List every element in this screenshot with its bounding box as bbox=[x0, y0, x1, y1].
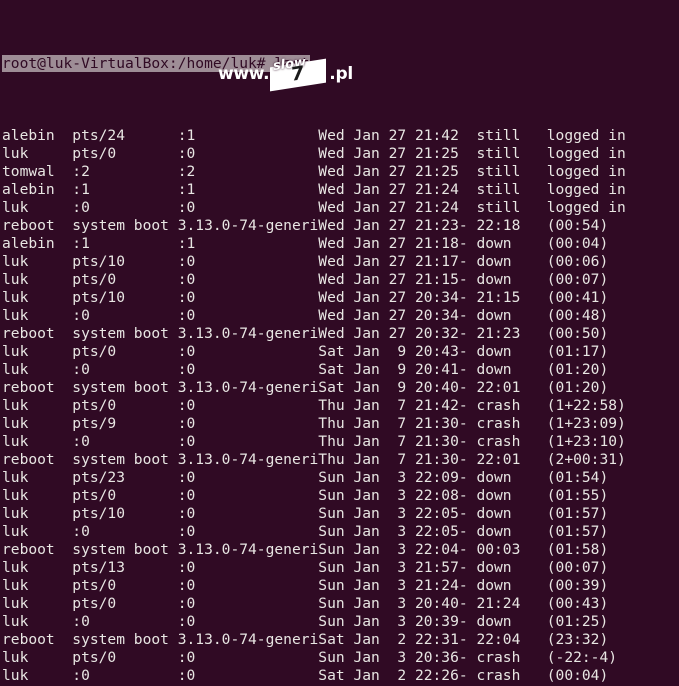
terminal-screen: root@luk-VirtualBox:/home/luk# last aleb… bbox=[2, 1, 626, 686]
last-entry-row: luk :0 :0 Thu Jan 7 21:30- crash (1+23:1… bbox=[2, 433, 626, 450]
last-entry-row: luk :0 :0 Sat Jan 2 22:26- crash (00:04) bbox=[2, 667, 609, 684]
last-entry-row: luk pts/10 :0 Wed Jan 27 20:34- 21:15 (0… bbox=[2, 289, 609, 306]
last-entry-row: luk pts/0 :0 Thu Jan 7 21:42- crash (1+2… bbox=[2, 397, 626, 414]
last-entry-row: luk pts/10 :0 Wed Jan 27 21:17- down (00… bbox=[2, 253, 609, 270]
last-entry-row: luk pts/0 :0 Sun Jan 3 22:08- down (01:5… bbox=[2, 487, 609, 504]
last-entry-row: luk pts/9 :0 Thu Jan 7 21:30- crash (1+2… bbox=[2, 415, 626, 432]
last-entry-row: luk pts/0 :0 Sun Jan 3 21:24- down (00:3… bbox=[2, 577, 609, 594]
last-entry-row: reboot system boot 3.13.0-74-generiSat J… bbox=[2, 379, 609, 396]
last-entry-row: luk pts/10 :0 Sun Jan 3 22:05- down (01:… bbox=[2, 505, 609, 522]
last-entry-row: luk :0 :0 Wed Jan 27 20:34- down (00:48) bbox=[2, 307, 609, 324]
last-entry-row: alebin :1 :1 Wed Jan 27 21:18- down (00:… bbox=[2, 235, 609, 252]
last-entry-row: reboot system boot 3.13.0-74-generiWed J… bbox=[2, 325, 609, 342]
last-entry-row: luk pts/0 :0 Sat Jan 9 20:43- down (01:1… bbox=[2, 343, 609, 360]
last-entry-row: luk :0 :0 Sun Jan 3 20:39- down (01:25) bbox=[2, 613, 609, 630]
command-prompt-line: root@luk-VirtualBox:/home/luk# last bbox=[2, 55, 626, 73]
last-entry-row: alebin pts/24 :1 Wed Jan 27 21:42 still … bbox=[2, 127, 626, 144]
last-entry-row: luk pts/0 :0 Sun Jan 3 20:40- 21:24 (00:… bbox=[2, 595, 609, 612]
last-output-rows: alebin pts/24 :1 Wed Jan 27 21:42 still … bbox=[2, 127, 626, 686]
last-entry-row: luk pts/13 :0 Sun Jan 3 21:57- down (00:… bbox=[2, 559, 609, 576]
last-entry-row: tomwal :2 :2 Wed Jan 27 21:25 still logg… bbox=[2, 163, 626, 180]
last-entry-row: luk :0 :0 Sun Jan 3 22:05- down (01:57) bbox=[2, 523, 609, 540]
last-entry-row: luk pts/0 :0 Sun Jan 3 20:36- crash (-22… bbox=[2, 649, 618, 666]
selected-command-text[interactable]: root@luk-VirtualBox:/home/luk# last bbox=[2, 55, 310, 72]
last-entry-row: luk :0 :0 Sat Jan 9 20:41- down (01:20) bbox=[2, 361, 609, 378]
last-entry-row: reboot system boot 3.13.0-74-generiSat J… bbox=[2, 631, 609, 648]
last-entry-row: reboot system boot 3.13.0-74-generiThu J… bbox=[2, 451, 626, 468]
last-entry-row: reboot system boot 3.13.0-74-generiWed J… bbox=[2, 217, 609, 234]
last-entry-row: reboot system boot 3.13.0-74-generiSun J… bbox=[2, 541, 609, 558]
terminal-window[interactable]: root@luk-VirtualBox:/home/luk# last aleb… bbox=[0, 0, 679, 686]
last-entry-row: luk pts/0 :0 Wed Jan 27 21:15- down (00:… bbox=[2, 271, 609, 288]
last-entry-row: luk pts/0 :0 Wed Jan 27 21:25 still logg… bbox=[2, 145, 626, 162]
last-entry-row: alebin :1 :1 Wed Jan 27 21:24 still logg… bbox=[2, 181, 626, 198]
last-entry-row: luk :0 :0 Wed Jan 27 21:24 still logged … bbox=[2, 199, 626, 216]
last-entry-row: luk pts/23 :0 Sun Jan 3 22:09- down (01:… bbox=[2, 469, 609, 486]
